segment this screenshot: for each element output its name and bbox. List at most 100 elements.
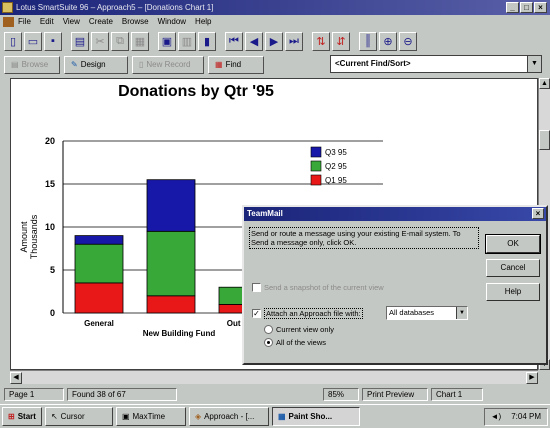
approach-icon: ◈ [194,412,202,421]
scroll-left-icon[interactable]: ◀ [10,372,22,384]
document-icon [3,17,14,27]
print-icon[interactable]: ▤ [71,31,89,51]
menu-window[interactable]: Window [158,15,186,29]
bar-segment [74,282,124,314]
legend-label: Q3 95 [325,148,347,157]
bar-segment [146,295,196,314]
help-button[interactable]: Help [486,283,540,301]
maximize-button[interactable]: □ [520,2,533,13]
new-file-icon[interactable]: ▯ [4,31,22,51]
form-icon[interactable]: ▣ [158,31,176,51]
paste-icon[interactable]: ▦ [131,31,149,51]
clock-app-icon: ▣ [121,412,130,421]
y-tick-label: 20 [45,136,55,146]
send-snapshot-checkbox[interactable]: Send a snapshot of the current view [252,283,384,292]
attach-scope-select[interactable]: All databases ▼ [386,306,468,320]
find-icon: ▦ [215,60,223,69]
columns-icon[interactable]: ║ [359,31,377,51]
y-tick-label: 5 [50,265,55,275]
cancel-button[interactable]: Cancel [486,259,540,277]
attach-file-checkbox[interactable]: ✓ Attach an Approach file with: [252,308,363,319]
menu-browse[interactable]: Browse [122,15,149,29]
smarticon-toolbar: ▯ ▭ ▪ ▤ ✂ ⧉ ▦ ▣ ▥ ▮ ⏮ ◀ ▶ ⏭ ⇅ ⇵ ║ ⊕ ⊖ [0,29,550,53]
legend-label: Q2 95 [325,162,347,171]
start-button[interactable]: ⊞ Start [2,407,42,426]
status-view[interactable]: Chart 1 [431,387,483,401]
zoom-out-icon[interactable]: ⊖ [399,31,417,51]
task-cursor[interactable]: ↖ Cursor [44,407,113,426]
task-paint-shop[interactable]: ▦ Paint Sho... [271,407,360,426]
menu-view[interactable]: View [63,15,80,29]
app-icon [2,2,13,13]
menu-help[interactable]: Help [195,15,211,29]
y-axis-label: Thousands [29,214,39,259]
windows-logo-icon: ⊞ [8,412,15,421]
menu-edit[interactable]: Edit [40,15,54,29]
scroll-thumb[interactable] [539,130,550,150]
scroll-up-icon[interactable]: ▲ [539,78,550,89]
new-record-button[interactable]: ▯ New Record [132,55,204,74]
menu-bar: File Edit View Create Browse Window Help [0,15,550,29]
x-tick-label: General [84,319,114,328]
previous-record-icon[interactable]: ◀ [245,31,263,51]
sort-descending-icon[interactable]: ⇵ [332,31,350,51]
dialog-description: Send or route a message using your exist… [249,227,479,249]
window-titlebar[interactable]: Lotus SmartSuite 96 – Approach5 – [Donat… [0,0,550,15]
scroll-right-icon[interactable]: ▶ [526,372,538,384]
status-mode[interactable]: Print Preview [362,387,428,401]
chevron-down-icon[interactable]: ▼ [456,307,467,319]
ok-button[interactable]: OK [485,234,541,254]
radio-all-views[interactable]: All of the views [264,338,326,347]
y-tick-label: 0 [50,308,55,318]
menu-create[interactable]: Create [89,15,113,29]
paint-icon: ▦ [277,412,286,421]
find-button[interactable]: ▦ Find [208,55,264,74]
find-sort-select[interactable]: <Current Find/Sort> ▼ [330,55,542,73]
taskbar: ⊞ Start ↖ Cursor ▣ MaxTime ◈ Approach - [...… [0,404,550,428]
new-record-icon: ▯ [139,60,144,69]
dialog-titlebar[interactable]: TeamMail × [244,207,546,221]
next-record-icon[interactable]: ▶ [265,31,283,51]
clock[interactable]: 7:04 PM [511,409,541,425]
horizontal-scrollbar[interactable]: ◀ ▶ [10,370,538,384]
dialog-close-icon[interactable]: × [532,208,544,219]
close-button[interactable]: × [534,2,547,13]
minimize-button[interactable]: _ [506,2,519,13]
window-title: Lotus SmartSuite 96 – Approach5 – [Donat… [16,3,214,12]
radio-current-view[interactable]: Current view only [264,325,334,334]
task-maxtime[interactable]: ▣ MaxTime [115,407,186,426]
zoom-in-icon[interactable]: ⊕ [379,31,397,51]
speaker-icon[interactable]: ◄) [491,409,502,425]
cut-icon[interactable]: ✂ [91,31,109,51]
status-found[interactable]: Found 38 of 67 [67,387,177,401]
bar-segment [146,179,196,232]
sort-ascending-icon[interactable]: ⇅ [312,31,330,51]
first-record-icon[interactable]: ⏮ [225,31,243,51]
checkmark-icon: ✓ [252,309,261,318]
status-page[interactable]: Page 1 [4,387,64,401]
legend-label: Q1 95 [325,176,347,185]
save-icon[interactable]: ▪ [44,31,62,51]
status-bar: Page 1 Found 38 of 67 85% Print Preview … [0,386,550,402]
browse-button[interactable]: ▤ Browse [4,55,60,74]
menu-file[interactable]: File [18,15,31,29]
worksheet-icon[interactable]: ▥ [178,31,196,51]
y-tick-label: 15 [45,179,55,189]
open-folder-icon[interactable]: ▭ [24,31,42,51]
task-approach[interactable]: ◈ Approach - [... [188,407,269,426]
cursor-icon: ↖ [50,412,58,421]
system-tray: ◄) 7:04 PM [483,408,548,426]
legend-swatch [310,146,322,158]
last-record-icon[interactable]: ⏭ [285,31,303,51]
copy-icon[interactable]: ⧉ [111,31,129,51]
chart-icon[interactable]: ▮ [198,31,216,51]
bar-segment [74,235,124,245]
chevron-down-icon[interactable]: ▼ [527,56,541,72]
design-icon: ✎ [71,60,78,69]
design-button[interactable]: ✎ Design [64,55,128,74]
bar-segment [74,243,124,284]
legend-swatch [310,160,322,172]
status-zoom[interactable]: 85% [323,387,359,401]
x-tick-label: New Building Fund [143,329,216,338]
teammail-dialog: TeamMail × Send or route a message using… [242,205,548,365]
